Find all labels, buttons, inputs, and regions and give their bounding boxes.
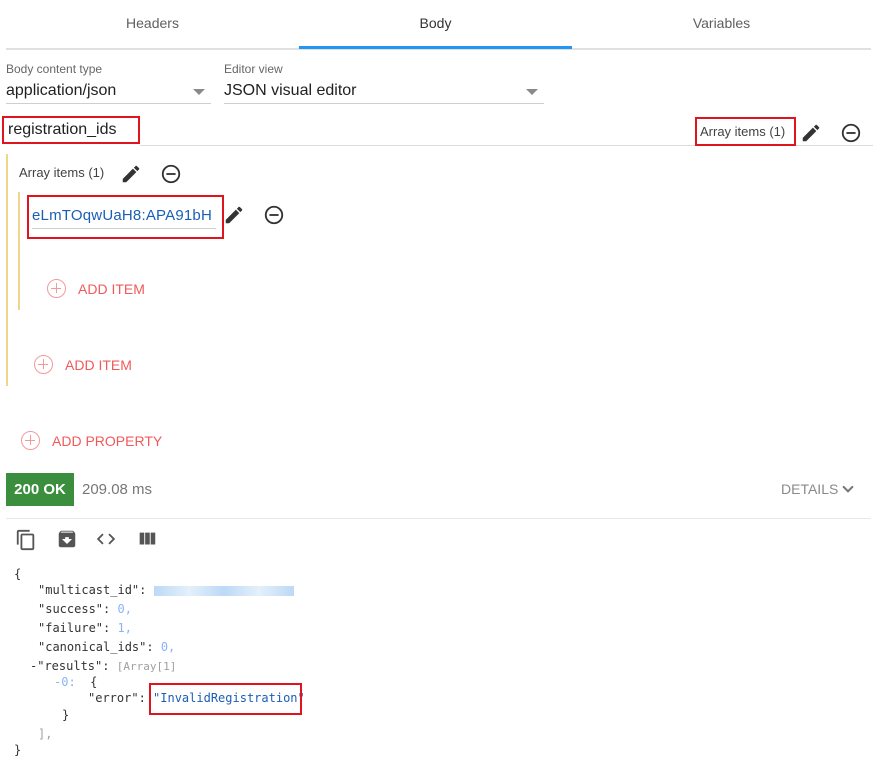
- add-property-label: ADD PROPERTY: [52, 432, 163, 449]
- tab-headers[interactable]: Headers: [6, 0, 299, 48]
- array-items-label: Array items (1): [19, 165, 105, 180]
- json-key: "failure": [38, 621, 104, 635]
- edit-icon[interactable]: [223, 204, 245, 226]
- add-item-label: ADD ITEM: [78, 280, 145, 297]
- json-obj-close: }: [62, 708, 70, 722]
- details-label: DETAILS: [781, 481, 839, 497]
- add-circle-icon: [34, 355, 53, 374]
- json-number: 0,: [160, 640, 176, 654]
- json-line-index[interactable]: -0: {: [54, 674, 97, 690]
- json-line-success: "success": 0,: [38, 602, 132, 616]
- json-number: 0,: [117, 602, 132, 616]
- tab-bar: Headers Body Variables: [6, 0, 871, 50]
- body-content-type-value: application/json: [6, 82, 117, 99]
- array-items-badge: Array items (1): [695, 117, 796, 146]
- editor-view-select[interactable]: JSON visual editor: [224, 78, 544, 104]
- property-name-input[interactable]: registration_ids: [2, 116, 140, 144]
- json-line-results[interactable]: -"results": [Array[1]: [30, 658, 176, 675]
- json-key: "canonical_ids": [38, 640, 147, 654]
- tab-body[interactable]: Body: [299, 0, 572, 48]
- add-item-button[interactable]: ADD ITEM: [34, 355, 132, 374]
- copy-icon[interactable]: [15, 528, 37, 551]
- response-time: 209.08 ms: [82, 481, 153, 498]
- add-circle-icon: [21, 431, 40, 450]
- json-line-failure: "failure": 1,: [38, 621, 132, 635]
- chevron-down-icon: [842, 481, 854, 493]
- add-item-button[interactable]: ADD ITEM: [47, 279, 145, 298]
- remove-circle-icon[interactable]: [263, 204, 285, 226]
- details-toggle[interactable]: DETAILS: [781, 481, 854, 497]
- add-property-button[interactable]: ADD PROPERTY: [21, 431, 162, 450]
- edit-icon[interactable]: [120, 163, 142, 185]
- json-key: "success": [38, 602, 104, 616]
- json-number: 1,: [117, 621, 132, 635]
- body-content-type-field: Body content type application/json: [6, 62, 211, 104]
- json-close-brace: }: [14, 743, 22, 757]
- remove-circle-icon[interactable]: [840, 122, 862, 144]
- nesting-guide: [18, 192, 20, 310]
- code-icon[interactable]: [95, 528, 117, 550]
- body-content-type-select[interactable]: application/json: [6, 78, 211, 104]
- json-key: "results": [37, 659, 103, 673]
- active-tab-indicator: [299, 46, 572, 49]
- dropdown-arrow-icon: [193, 89, 205, 95]
- editor-view-label: Editor view: [224, 62, 283, 76]
- editor-view-value: JSON visual editor: [224, 82, 357, 99]
- highlight-box: [149, 683, 302, 715]
- json-key: "multicast_id": [38, 583, 140, 597]
- json-index: -0:: [54, 675, 76, 689]
- add-item-label: ADD ITEM: [65, 356, 132, 373]
- body-content-type-label: Body content type: [6, 62, 103, 76]
- json-key: "error": [88, 691, 139, 705]
- divider: [6, 518, 871, 519]
- array-item-value[interactable]: eLmTOqwUaH8:APA91bH: [32, 205, 216, 229]
- json-line-canonical: "canonical_ids": 0,: [38, 640, 176, 654]
- status-badge: 200 OK: [6, 473, 74, 506]
- tab-variables[interactable]: Variables: [572, 0, 871, 48]
- save-icon[interactable]: [56, 528, 78, 550]
- json-array-meta: [Array[1]: [116, 660, 177, 673]
- columns-icon[interactable]: [136, 528, 158, 550]
- redacted-value: [153, 585, 294, 596]
- remove-circle-icon[interactable]: [160, 163, 182, 185]
- json-line-multicast: "multicast_id":: [38, 582, 294, 598]
- nesting-guide: [6, 154, 8, 386]
- json-arr-close: ],: [38, 727, 53, 741]
- array-item-input[interactable]: eLmTOqwUaH8:APA91bH: [27, 195, 224, 239]
- dropdown-arrow-icon: [526, 89, 538, 95]
- json-obj-open: {: [90, 675, 98, 689]
- editor-view-field: Editor view JSON visual editor: [224, 62, 544, 104]
- edit-icon[interactable]: [800, 122, 822, 144]
- add-circle-icon: [47, 279, 66, 298]
- json-open-brace: {: [14, 567, 22, 581]
